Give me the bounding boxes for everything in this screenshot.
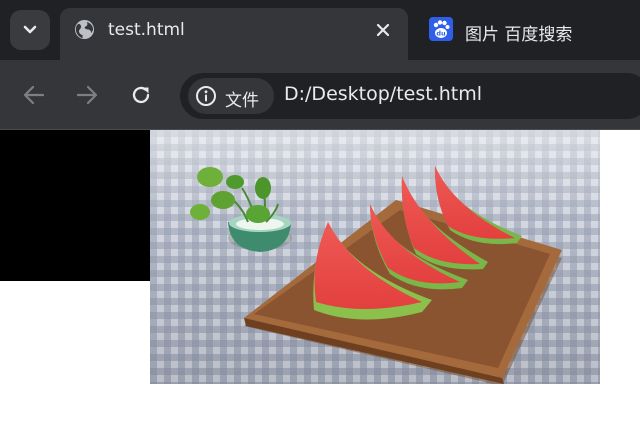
tab-title: test.html <box>108 20 185 40</box>
black-box <box>0 130 150 281</box>
site-info-label: 文件 <box>225 91 259 111</box>
site-info-chip[interactable]: 文件 <box>188 78 274 114</box>
arrow-left-icon <box>23 85 45 105</box>
tab-strip: test.html du 图片 百度搜索 <box>0 0 640 60</box>
chevron-down-icon <box>23 25 37 34</box>
arrow-right-icon <box>76 85 98 105</box>
tab-active[interactable]: test.html <box>60 8 408 60</box>
watermelon-photo <box>150 130 600 384</box>
url-text[interactable]: D:/Desktop/test.html <box>284 83 482 105</box>
baidu-paw-icon: du <box>429 17 453 41</box>
address-bar[interactable]: 文件 D:/Desktop/test.html <box>180 73 640 119</box>
reload-icon <box>132 86 150 104</box>
tab-title: 图片 百度搜索 <box>465 25 573 45</box>
toolbar: 文件 D:/Desktop/test.html <box>0 60 640 130</box>
svg-text:du: du <box>436 30 446 38</box>
globe-icon <box>74 19 95 40</box>
tab-inactive[interactable]: du 图片 百度搜索 <box>418 8 640 52</box>
reload-button[interactable] <box>127 81 155 109</box>
close-icon[interactable] <box>374 21 392 39</box>
back-button[interactable] <box>20 81 48 109</box>
tab-search-button[interactable] <box>10 10 50 50</box>
info-icon <box>196 86 216 106</box>
forward-button[interactable] <box>73 81 101 109</box>
